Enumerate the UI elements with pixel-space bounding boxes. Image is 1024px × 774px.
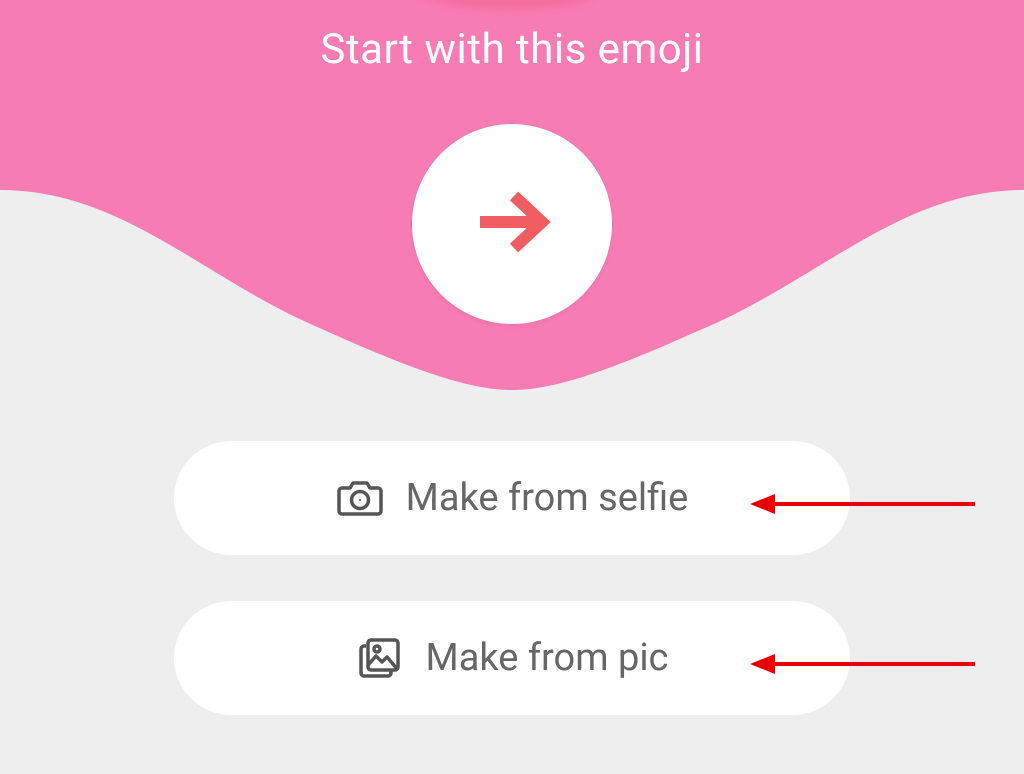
hero-panel: Start with this emoji [0,0,1024,420]
make-from-selfie-label: Make from selfie [406,476,689,520]
screen: Start with this emoji Make from selfie [0,0,1024,774]
start-with-emoji-button[interactable] [412,124,612,324]
image-icon [356,634,404,682]
make-from-pic-label: Make from pic [426,636,669,680]
camera-icon [336,474,384,522]
make-from-pic-button[interactable]: Make from pic [174,601,850,715]
make-from-selfie-button[interactable]: Make from selfie [174,441,850,555]
arrow-right-icon [464,174,560,274]
hero-title: Start with this emoji [0,25,1024,74]
